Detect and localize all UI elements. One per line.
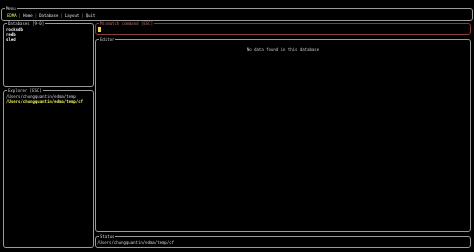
menu-title: Menu (5, 6, 17, 11)
menu-item-edma[interactable]: EDMA (5, 13, 19, 18)
status-panel: Status /Users/chungquantin/edma/temp/cf (95, 234, 471, 248)
command-title: Mismatch command [ESC] (99, 21, 154, 26)
explorer-list: /Users/chungquantin/edma/temp /Users/chu… (5, 94, 83, 104)
database-item-sled[interactable]: sled (5, 37, 23, 42)
status-path: /Users/chungquantin/edma/temp/cf (97, 240, 175, 245)
editor-title: Editor (99, 37, 116, 42)
databases-list: rocksdb redb sled (5, 27, 23, 42)
explorer-item-selected[interactable]: /Users/chungquantin/edma/temp/cf (5, 99, 83, 104)
menu-item-layout[interactable]: Layout (63, 13, 81, 18)
editor-panel: Editor No data found in this database (95, 37, 471, 232)
explorer-title: Explorer [ESC] (7, 88, 43, 93)
command-input-cursor[interactable] (98, 27, 101, 32)
menu-items: EDMA │ Home │ Database │ Layout │ Quit (5, 13, 97, 18)
menu-item-quit[interactable]: Quit (84, 13, 98, 18)
menu-item-database[interactable]: Database (37, 13, 60, 18)
status-title: Status (99, 234, 116, 239)
menu-bar: Menu EDMA │ Home │ Database │ Layout │ Q… (1, 6, 473, 21)
editor-empty-message: No data found in this database (246, 47, 320, 52)
databases-panel: Databases [9-0] rocksdb redb sled (3, 21, 94, 87)
menu-item-home[interactable]: Home (21, 13, 35, 18)
explorer-panel: Explorer [ESC] /Users/chungquantin/edma/… (3, 88, 94, 248)
command-panel: Mismatch command [ESC] (95, 21, 471, 35)
databases-title: Databases [9-0] (7, 21, 46, 26)
